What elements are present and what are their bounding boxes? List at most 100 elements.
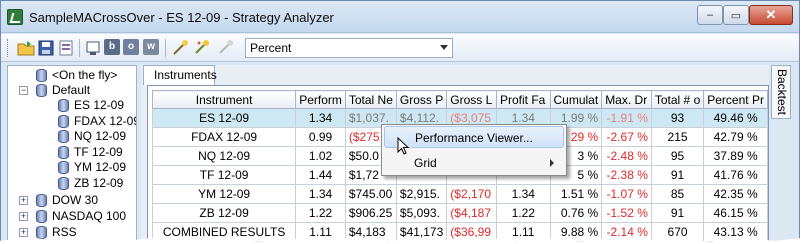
grid-cell[interactable]: 1.34 — [295, 184, 346, 204]
column-header[interactable]: Percent Pr — [703, 90, 768, 109]
grid-cell[interactable]: ($2,170 — [446, 184, 497, 204]
menu-item-label: Performance Viewer... — [415, 131, 533, 145]
grid-cell[interactable]: -2.38 % — [601, 165, 652, 185]
grid-cell[interactable]: ($4,187 — [446, 203, 497, 223]
grid-header-row: Instrument Perform Total Ne Gross P Gros… — [151, 90, 768, 109]
grid-cell[interactable]: 37.89 % — [703, 146, 768, 166]
grid-cell[interactable]: $2,915. — [395, 184, 448, 204]
menu-item-grid[interactable]: Grid — [384, 152, 564, 174]
collapse-icon[interactable]: − — [19, 86, 28, 95]
grid-cell[interactable]: 93 — [650, 108, 705, 128]
grid-cell[interactable]: -1.07 % — [601, 184, 652, 204]
grid-cell[interactable]: $745.00 — [344, 184, 397, 204]
chart-icon[interactable] — [84, 39, 102, 57]
b-button[interactable]: b — [104, 39, 120, 55]
open-folder-icon[interactable] — [17, 39, 35, 57]
grid-cell[interactable]: 46.15 % — [703, 203, 768, 223]
column-header[interactable]: Gross P — [395, 90, 448, 109]
column-header[interactable]: Profit Fa — [496, 90, 551, 109]
tree-item[interactable]: TF 12-09 — [58, 144, 123, 160]
grid-cell[interactable]: 42.35 % — [703, 184, 768, 204]
grid-cell[interactable]: 1.11 — [295, 222, 346, 242]
tree-item[interactable]: ZB 12-09 — [58, 175, 123, 191]
o-button[interactable]: o — [123, 39, 139, 55]
grid-cell[interactable]: ZB 12-09 — [151, 203, 297, 223]
tab-backtest-label: Backtest — [775, 69, 789, 116]
grid-cell[interactable]: 91 — [650, 165, 705, 185]
tree-item[interactable]: ES 12-09 — [58, 97, 124, 113]
database-icon — [36, 225, 47, 239]
column-header[interactable]: Instrument — [151, 90, 297, 109]
tree-item[interactable]: NASDAQ 100 — [36, 208, 126, 224]
grid-cell[interactable]: NQ 12-09 — [151, 146, 297, 166]
tab-instruments[interactable]: Instruments — [143, 65, 217, 85]
grid-cell[interactable]: 85 — [650, 184, 705, 204]
expand-icon[interactable]: + — [19, 228, 28, 237]
grid-cell[interactable]: 1.34 — [496, 184, 551, 204]
optimize-icon[interactable] — [193, 39, 211, 57]
w-button[interactable]: w — [143, 39, 159, 55]
grid-cell[interactable]: 95 — [650, 146, 705, 166]
grid-cell[interactable]: 1.22 — [496, 203, 551, 223]
close-button[interactable]: ✕ — [749, 5, 793, 25]
grid-cell[interactable]: YM 12-09 — [151, 184, 297, 204]
tree-item-label: <On the fly> — [52, 68, 118, 82]
title-bar[interactable]: SampleMACrossOver - ES 12-09 - Strategy … — [1, 1, 799, 33]
expand-icon[interactable]: + — [19, 196, 28, 205]
grid-cell[interactable]: -1.52 % — [601, 203, 652, 223]
grid-cell[interactable]: 1.11 — [496, 222, 551, 242]
grid-cell[interactable]: 215 — [650, 127, 705, 147]
properties-icon[interactable] — [57, 39, 75, 57]
column-header[interactable]: Gross L — [446, 90, 497, 109]
grid-cell[interactable]: 1.22 — [295, 203, 346, 223]
grid-cell[interactable]: $5,093. — [395, 203, 448, 223]
grid-cell[interactable]: 1.51 % — [549, 184, 603, 204]
grid-cell[interactable]: 0.99 — [295, 127, 346, 147]
minimize-button[interactable]: – — [697, 5, 723, 25]
grid-cell[interactable]: -1.91 % — [601, 108, 652, 128]
grid-cell[interactable]: -2.67 % — [601, 127, 652, 147]
grid-cell[interactable]: 1.34 — [295, 108, 346, 128]
column-header[interactable]: Perform — [295, 90, 346, 109]
table-row[interactable]: ZB 12-09 1.22 $906.25 $5,093. ($4,187 1.… — [151, 203, 768, 223]
grid-cell[interactable]: 41.76 % — [703, 165, 768, 185]
column-header[interactable]: Cumulat — [549, 90, 603, 109]
tree-item[interactable]: Default — [36, 82, 90, 98]
grid-cell[interactable]: TF 12-09 — [151, 165, 297, 185]
grid-cell[interactable]: -2.48 % — [601, 146, 652, 166]
grid-cell[interactable]: ES 12-09 — [151, 108, 297, 128]
column-header[interactable]: Max. Dr — [601, 90, 652, 109]
tree-item[interactable]: <On the fly> — [36, 67, 117, 83]
maximize-button[interactable]: ▭ — [723, 5, 749, 25]
tree-item[interactable]: NQ 12-09 — [58, 128, 126, 144]
tree-item[interactable]: YM 12-09 — [58, 159, 126, 175]
grid-cell[interactable]: 91 — [650, 203, 705, 223]
menu-item-performance-viewer[interactable]: Performance Viewer... — [384, 126, 564, 148]
grid-cell[interactable]: 42.79 % — [703, 127, 768, 147]
grid-cell[interactable]: 43.13 % — [703, 222, 768, 242]
grid-cell[interactable]: 9.88 % — [549, 222, 603, 242]
grid-cell[interactable]: FDAX 12-09 — [151, 127, 297, 147]
tab-backtest[interactable]: Backtest — [771, 65, 791, 119]
wand-icon[interactable] — [171, 39, 189, 57]
column-header[interactable]: Total Ne — [344, 90, 397, 109]
tree-item[interactable]: FDAX 12-09 — [58, 113, 136, 129]
app-icon — [7, 9, 23, 25]
grid-cell[interactable]: $906.25 — [344, 203, 397, 223]
tree-item[interactable]: DOW 30 — [36, 192, 98, 208]
expand-icon[interactable]: + — [19, 212, 28, 221]
tree-item[interactable]: RSS — [36, 224, 77, 240]
database-icon — [58, 176, 69, 190]
grid-cell[interactable]: 1.44 — [295, 165, 346, 185]
grid-cell[interactable]: 0.76 % — [549, 203, 603, 223]
submenu-arrow-icon — [550, 159, 554, 167]
display-mode-dropdown[interactable]: Percent — [245, 38, 453, 58]
column-header[interactable]: Total # o — [650, 90, 705, 109]
grid-cell[interactable]: 49.46 % — [703, 108, 768, 128]
grid-cell[interactable]: 1.02 — [295, 146, 346, 166]
strategy-analyzer-window: SampleMACrossOver - ES 12-09 - Strategy … — [0, 0, 800, 243]
save-icon[interactable] — [37, 39, 55, 57]
database-icon — [36, 209, 47, 223]
toolbar-grip[interactable] — [7, 39, 10, 57]
table-row[interactable]: YM 12-09 1.34 $745.00 $2,915. ($2,170 1.… — [151, 184, 768, 204]
